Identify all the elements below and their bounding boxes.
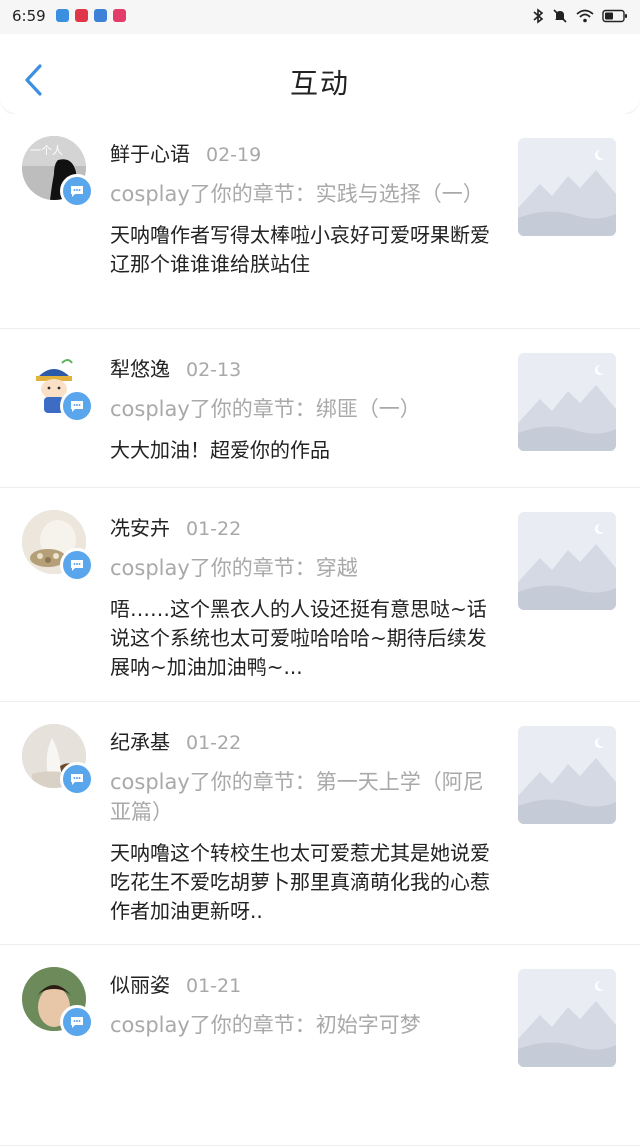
status-app-icons: [56, 9, 126, 22]
avatar-caption: 一个人: [30, 144, 63, 157]
app-notification-icon: [113, 9, 126, 22]
bluetooth-icon: [532, 8, 544, 24]
comment-badge-icon: [60, 1005, 94, 1039]
status-time: 6:59: [12, 7, 46, 25]
chapter-thumbnail[interactable]: [518, 726, 616, 824]
app-notification-icon: [94, 9, 107, 22]
user-name[interactable]: 纪承基: [110, 730, 170, 754]
chapter-thumbnail[interactable]: [518, 138, 616, 236]
comment-text: 大大加油！超爱你的作品: [110, 438, 330, 462]
comment-text: 天呐噜这个转校生也太可爱惹尤其是她说爱吃花生不爱吃胡萝卜那里真滴萌化我的心惹作者…: [110, 841, 490, 923]
user-name[interactable]: 犁悠逸: [110, 357, 170, 381]
avatar[interactable]: 一个人: [22, 136, 94, 208]
comment-badge-icon: [60, 548, 94, 582]
chapter-line[interactable]: cosplay了你的章节：穿越: [110, 553, 498, 583]
page-title: 互动: [289, 67, 350, 100]
mountain-placeholder-icon: [518, 726, 616, 824]
app-notification-icon: [56, 9, 69, 22]
mountain-placeholder-icon: [518, 138, 616, 236]
mountain-placeholder-icon: [518, 353, 616, 451]
chapter-thumbnail[interactable]: [518, 353, 616, 451]
battery-icon: [602, 9, 628, 23]
chapter-line[interactable]: cosplay了你的章节：绑匪（一）: [110, 394, 498, 424]
app-notification-icon: [75, 9, 88, 22]
chapter-line[interactable]: cosplay了你的章节：第一天上学（阿尼亚篇）: [110, 767, 498, 827]
comment-text: 唔……这个黑衣人的人设还挺有意思哒~话说这个系统也太可爱啦哈哈哈~期待后续发展呐…: [110, 597, 487, 679]
avatar[interactable]: [22, 351, 94, 423]
interaction-feed: 一个人 鲜于心语 02-19 cosplay了你的章节：实践与选择（一） 天呐噜作…: [0, 114, 640, 1146]
list-item[interactable]: 似丽姿 01-21 cosplay了你的章节：初始字可梦: [0, 945, 640, 1146]
item-content: 似丽姿 01-21 cosplay了你的章节：初始字可梦: [110, 945, 498, 1040]
item-content: 纪承基 01-22 cosplay了你的章节：第一天上学（阿尼亚篇） 天呐噜这个转…: [110, 702, 498, 926]
user-name[interactable]: 冼安卉: [110, 516, 170, 540]
chapter-line[interactable]: cosplay了你的章节：实践与选择（一）: [110, 179, 498, 209]
status-indicators: [532, 8, 628, 24]
item-date: 01-21: [186, 975, 242, 997]
list-item[interactable]: 纪承基 01-22 cosplay了你的章节：第一天上学（阿尼亚篇） 天呐噜这个转…: [0, 702, 640, 945]
comment-text: 天呐噜作者写得太棒啦小哀好可爱呀果断爱辽那个谁谁谁给朕站住: [110, 223, 490, 276]
chapter-thumbnail[interactable]: [518, 512, 616, 610]
wifi-icon: [576, 9, 594, 23]
item-date: 02-19: [206, 144, 262, 166]
chapter-thumbnail[interactable]: [518, 969, 616, 1067]
item-content: 冼安卉 01-22 cosplay了你的章节：穿越 唔……这个黑衣人的人设还挺有意…: [110, 488, 498, 682]
item-content: 犁悠逸 02-13 cosplay了你的章节：绑匪（一） 大大加油！超爱你的作品: [110, 329, 498, 465]
header: 互动: [0, 34, 640, 115]
item-date: 01-22: [186, 732, 242, 754]
mute-bell-icon: [552, 8, 568, 24]
list-item[interactable]: 一个人 鲜于心语 02-19 cosplay了你的章节：实践与选择（一） 天呐噜作…: [0, 114, 640, 329]
status-bar: 6:59: [0, 0, 640, 34]
list-item[interactable]: 犁悠逸 02-13 cosplay了你的章节：绑匪（一） 大大加油！超爱你的作品: [0, 329, 640, 488]
item-date: 01-22: [186, 518, 242, 540]
user-name[interactable]: 似丽姿: [110, 973, 170, 997]
list-item[interactable]: 冼安卉 01-22 cosplay了你的章节：穿越 唔……这个黑衣人的人设还挺有意…: [0, 488, 640, 702]
comment-badge-icon: [60, 389, 94, 423]
comment-badge-icon: [60, 762, 94, 796]
user-name[interactable]: 鲜于心语: [110, 142, 190, 166]
avatar[interactable]: [22, 967, 94, 1039]
item-content: 鲜于心语 02-19 cosplay了你的章节：实践与选择（一） 天呐噜作者写得太…: [110, 114, 498, 279]
mountain-placeholder-icon: [518, 512, 616, 610]
comment-badge-icon: [60, 174, 94, 208]
avatar[interactable]: [22, 510, 94, 582]
mountain-placeholder-icon: [518, 969, 616, 1067]
chapter-line[interactable]: cosplay了你的章节：初始字可梦: [110, 1010, 498, 1040]
avatar[interactable]: [22, 724, 94, 796]
item-date: 02-13: [186, 359, 242, 381]
